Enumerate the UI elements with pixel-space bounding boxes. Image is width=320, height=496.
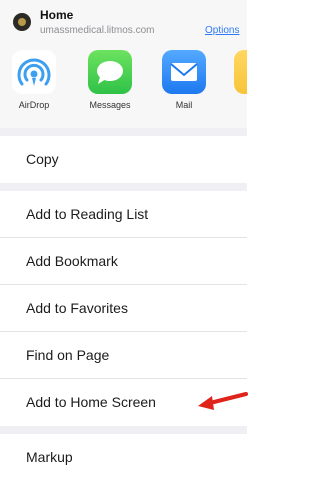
share-actions-list: Copy Add to Reading List Add Bookmark Ad…: [0, 128, 247, 481]
section-separator: [0, 128, 247, 136]
share-messages[interactable]: Messages: [80, 50, 140, 110]
section-separator: [0, 183, 247, 191]
share-more-app[interactable]: [226, 50, 247, 94]
options-link[interactable]: Options: [205, 25, 239, 36]
app-icon: [234, 50, 247, 94]
action-markup-label: Markup: [26, 449, 73, 465]
action-find-on-page[interactable]: Find on Page: [0, 332, 247, 379]
action-copy[interactable]: Copy: [0, 136, 247, 183]
action-copy-label: Copy: [26, 151, 59, 167]
messages-icon: [88, 50, 132, 94]
action-add-to-favorites[interactable]: Add to Favorites: [0, 285, 247, 332]
share-label-airdrop: AirDrop: [18, 100, 50, 110]
action-markup[interactable]: Markup: [0, 434, 247, 481]
action-reading-list-label: Add to Reading List: [26, 206, 149, 222]
share-label-mail: Mail: [175, 100, 193, 110]
site-url: umassmedical.litmos.com: [40, 25, 155, 36]
red-arrow-icon: [198, 392, 248, 410]
section-separator: [0, 426, 247, 434]
share-mail[interactable]: Mail: [154, 50, 214, 110]
share-airdrop[interactable]: AirDrop: [4, 50, 64, 110]
action-home-screen-label: Add to Home Screen: [26, 394, 156, 410]
site-favicon-icon: [13, 13, 31, 31]
page-title: Home: [40, 8, 74, 22]
action-bookmark-label: Add Bookmark: [26, 253, 118, 269]
action-favorites-label: Add to Favorites: [26, 300, 128, 316]
airdrop-icon: [12, 50, 56, 94]
action-find-label: Find on Page: [26, 347, 110, 363]
mail-icon: [162, 50, 206, 94]
share-label-messages: Messages: [89, 100, 131, 110]
share-sheet-header: Home umassmedical.litmos.com Options: [0, 0, 247, 44]
action-add-bookmark[interactable]: Add Bookmark: [0, 238, 247, 285]
share-targets-row: AirDrop Messages Mail: [0, 44, 247, 128]
action-add-to-reading-list[interactable]: Add to Reading List: [0, 191, 247, 238]
